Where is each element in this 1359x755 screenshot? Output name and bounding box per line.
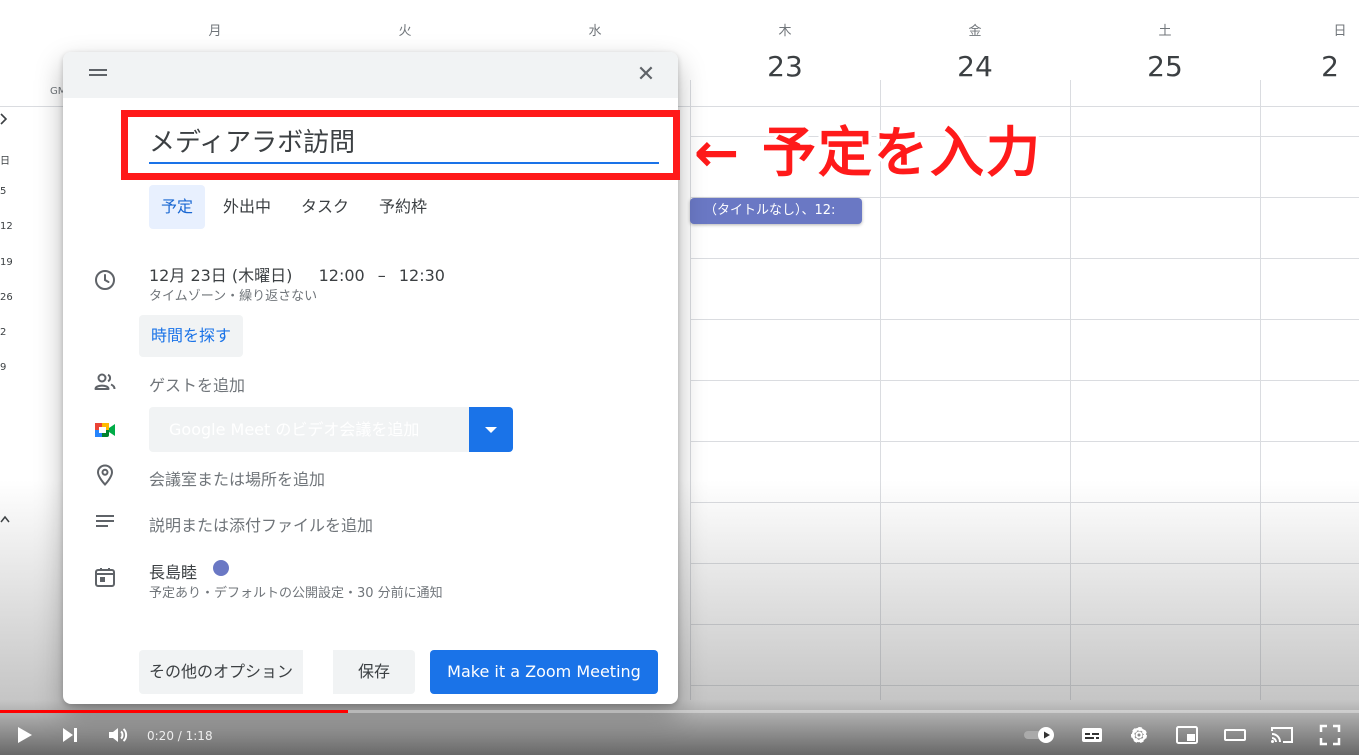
annotation-highlight-box (121, 110, 680, 180)
mini-cal-date[interactable]: 12 (0, 221, 16, 232)
mini-cal-date[interactable]: 2 (0, 327, 16, 338)
current-time: 0:20 (147, 729, 174, 743)
find-time-button[interactable]: 時間を探す (139, 315, 244, 357)
grid-line (690, 80, 691, 700)
meet-dropdown-chevron-down-icon[interactable] (469, 407, 513, 452)
calendar-settings-summary[interactable]: 予定あり・デフォルトの公開設定・30 分前に通知 (149, 582, 443, 601)
grid-line (690, 380, 1359, 381)
add-guests-field[interactable]: ゲストを追加 (149, 372, 245, 396)
day-number[interactable]: 2 (1310, 50, 1350, 83)
grid-line (690, 258, 1359, 259)
day-number[interactable]: 25 (1070, 50, 1260, 83)
save-button[interactable]: 保存 (333, 650, 415, 694)
description-lines-icon (96, 515, 114, 527)
video-timecode: 0:20 / 1:18 (147, 729, 213, 743)
add-description-field[interactable]: 説明または添付ファイルを追加 (149, 512, 373, 536)
calendar-icon (95, 568, 115, 587)
event-type-tabs: 予定 外出中 タスク 予約枠 (149, 185, 445, 229)
zoom-meeting-button[interactable]: Make it a Zoom Meeting (430, 650, 658, 694)
autoplay-toggle-icon[interactable] (1022, 723, 1058, 747)
people-icon (94, 373, 116, 390)
day-name: 水 (588, 24, 602, 39)
time-separator: / (173, 729, 186, 743)
clock-icon (95, 270, 115, 290)
grid-line (1260, 80, 1261, 700)
settings-gear-icon[interactable] (1127, 723, 1151, 747)
video-controls: 0:20 / 1:18 (0, 713, 1359, 755)
volume-icon[interactable] (106, 723, 130, 747)
event-datetime[interactable]: 12月 23日 (木曜日) 12:00 – 12:30 (149, 262, 445, 286)
duration: 1:18 (185, 729, 213, 743)
event-chip-untitled[interactable]: （タイトルなし）、12: (690, 198, 862, 224)
mini-cal-date[interactable]: 19 (0, 257, 16, 268)
day-number[interactable]: 24 (880, 50, 1070, 83)
calendar-owner-name[interactable]: 長島睦 (149, 559, 197, 583)
tab-task[interactable]: タスク (289, 185, 361, 229)
tab-out-of-office[interactable]: 外出中 (211, 185, 283, 229)
day-name: 月 (208, 24, 222, 39)
grid-line (1070, 80, 1071, 700)
day-name: 木 (778, 24, 792, 39)
miniplayer-icon[interactable] (1175, 723, 1199, 747)
dialog-header[interactable]: ✕ (63, 52, 678, 98)
close-icon[interactable]: ✕ (633, 62, 659, 88)
day-name: 日 (1333, 24, 1347, 39)
play-icon[interactable] (12, 723, 36, 747)
cast-icon[interactable] (1270, 723, 1294, 747)
day-name: 火 (398, 24, 412, 39)
day-name: 金 (968, 24, 982, 39)
mini-cal-date[interactable]: 5 (0, 186, 16, 197)
grid-line (690, 685, 1359, 686)
mini-cal-date[interactable]: 9 (0, 362, 16, 373)
calendar-color-dot[interactable] (213, 560, 229, 576)
tab-appointment-slots[interactable]: 予約枠 (367, 185, 439, 229)
annotation-label: ← 予定を入力 (694, 121, 1043, 184)
more-options-button[interactable]: その他のオプション (139, 650, 304, 694)
grid-line (690, 502, 1359, 503)
drag-handle-icon[interactable] (89, 66, 109, 80)
event-date[interactable]: 12月 23日 (木曜日) (149, 266, 292, 285)
chevron-right-icon[interactable] (0, 112, 10, 126)
subtitles-icon[interactable] (1080, 723, 1104, 747)
grid-line (690, 563, 1359, 564)
mini-cal-weekday: 日 (0, 156, 10, 167)
location-pin-icon (96, 464, 114, 486)
day-number[interactable]: 23 (690, 50, 880, 83)
tab-event[interactable]: 予定 (149, 185, 206, 229)
theater-mode-icon[interactable] (1223, 723, 1247, 747)
event-end-time[interactable]: 12:30 (399, 266, 445, 285)
fullscreen-icon[interactable] (1318, 723, 1342, 747)
add-google-meet-button[interactable]: Google Meet のビデオ会議を追加 (149, 407, 469, 452)
grid-line (690, 319, 1359, 320)
grid-line (690, 624, 1359, 625)
google-meet-icon (95, 423, 115, 437)
event-start-time[interactable]: 12:00 (319, 266, 365, 285)
day-name: 土 (1158, 24, 1172, 39)
next-icon[interactable] (58, 723, 82, 747)
chevron-up-icon[interactable] (0, 514, 10, 524)
time-separator: – (377, 266, 386, 285)
timezone-recurrence[interactable]: タイムゾーン・繰り返さない (149, 285, 317, 304)
grid-line (690, 441, 1359, 442)
mini-cal-date[interactable]: 26 (0, 292, 16, 303)
add-location-field[interactable]: 会議室または場所を追加 (149, 466, 325, 490)
